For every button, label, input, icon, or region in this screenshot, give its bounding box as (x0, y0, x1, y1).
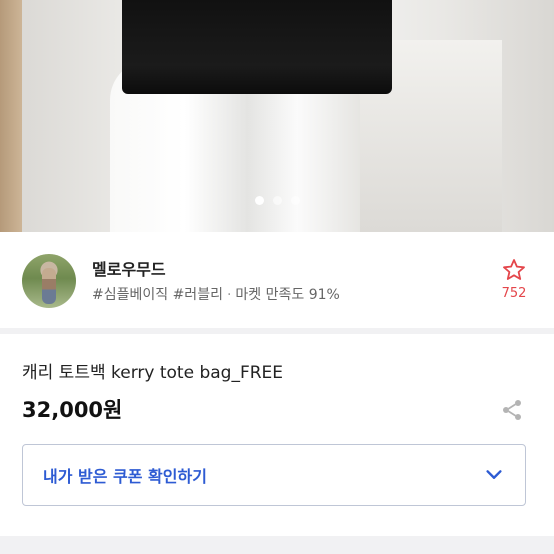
seller-info: #심플베이직 #러블리 · 마켓 만족도 91% (92, 284, 340, 304)
seller-avatar[interactable] (22, 254, 76, 308)
star-icon (503, 259, 525, 280)
seller-name[interactable]: 멜로우무드 (92, 256, 166, 280)
carousel-dots (0, 196, 554, 205)
carousel-dot[interactable] (272, 196, 282, 205)
favorite-count: 752 (501, 286, 527, 301)
seller-satisfaction: 마켓 만족도 91% (235, 287, 340, 303)
share-icon (503, 400, 521, 420)
coupon-label: 내가 받은 쿠폰 확인하기 (43, 467, 207, 486)
favorite-button[interactable]: 752 (494, 258, 534, 301)
section-divider (0, 536, 554, 554)
seller-row[interactable]: 멜로우무드 #심플베이직 #러블리 · 마켓 만족도 91% 752 (0, 232, 554, 328)
share-button[interactable] (500, 398, 524, 422)
separator-dot: · (226, 287, 232, 303)
product-title: 캐리 토트백 kerry tote bag_FREE (22, 363, 284, 383)
carousel-dot[interactable] (290, 196, 300, 205)
coupon-check-button[interactable]: 내가 받은 쿠폰 확인하기 (22, 444, 526, 506)
product-photo[interactable] (0, 0, 554, 232)
carousel-dot[interactable] (254, 196, 264, 205)
photo-bag (122, 0, 392, 94)
seller-tags: #심플베이직 #러블리 (92, 287, 223, 303)
avatar-figure (42, 268, 56, 304)
section-divider (0, 328, 554, 334)
product-price: 32,000원 (22, 398, 123, 422)
chevron-down-icon (486, 470, 502, 479)
